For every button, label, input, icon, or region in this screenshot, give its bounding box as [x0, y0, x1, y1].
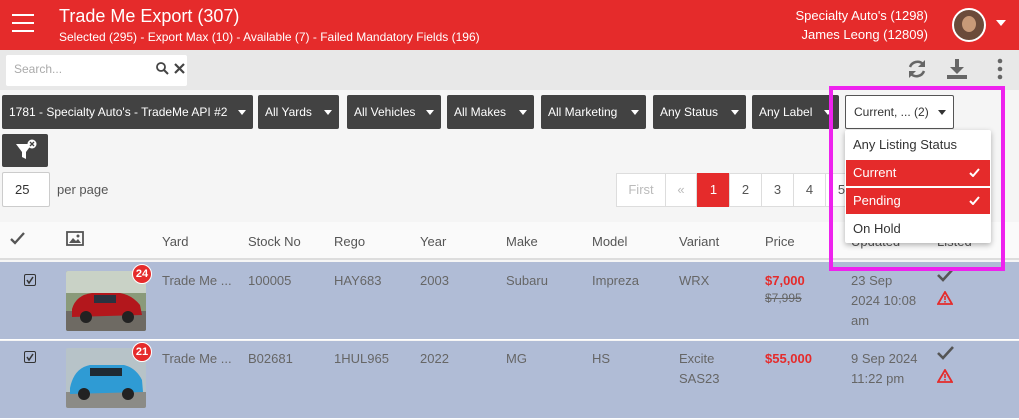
search-input[interactable] [14, 62, 144, 76]
cell-variant: Excite [679, 351, 715, 366]
filter-status[interactable]: Any Status [653, 95, 746, 129]
table-row[interactable]: 21 Trade Me ... B02681 1HUL965 2022 MG H… [0, 341, 1019, 419]
cell-updated-date: 9 Sep 2024 [851, 351, 918, 366]
filter-yards[interactable]: All Yards [258, 95, 339, 129]
row-checkbox[interactable] [24, 274, 36, 286]
warning-icon[interactable] [936, 290, 954, 305]
close-icon[interactable] [174, 61, 185, 77]
col-model[interactable]: Model [592, 234, 627, 249]
clear-filters-button[interactable] [2, 134, 48, 167]
cell-model: HS [592, 351, 611, 366]
col-year[interactable]: Year [420, 234, 446, 249]
chevron-down-icon[interactable] [996, 20, 1006, 26]
cell-make: Subaru [506, 273, 548, 288]
photo-count-badge: 24 [132, 264, 152, 284]
dealer-name: Specialty Auto's (1298) [795, 8, 928, 23]
pager-page-1[interactable]: 1 [697, 173, 730, 207]
col-stock-no[interactable]: Stock No [248, 234, 301, 249]
select-all-icon[interactable] [10, 232, 25, 248]
col-rego[interactable]: Rego [334, 234, 365, 249]
col-yard[interactable]: Yard [162, 234, 189, 249]
image-icon [66, 231, 84, 249]
per-page-input[interactable]: 25 [2, 172, 50, 207]
cell-updated-ampm: am [851, 313, 870, 328]
per-page-label: per page [57, 182, 109, 197]
download-icon[interactable] [946, 58, 968, 86]
avatar[interactable] [952, 8, 986, 42]
filter-label[interactable]: Any Label [752, 95, 839, 129]
pager-page-3[interactable]: 3 [761, 173, 794, 207]
filter-account[interactable]: 1781 - Specialty Auto's - TradeMe API #2 [2, 95, 253, 129]
export-summary: Selected (295) - Export Max (10) - Avail… [59, 30, 480, 44]
filter-vehicles[interactable]: All Vehicles [347, 95, 441, 129]
refresh-icon[interactable] [906, 58, 928, 86]
more-vert-icon[interactable] [997, 58, 1003, 86]
cell-variant-line2: SAS23 [679, 371, 720, 386]
pager-page-4[interactable]: 4 [793, 173, 826, 207]
cell-yard: Trade Me ... [162, 273, 232, 288]
warning-icon[interactable] [936, 368, 954, 383]
cell-year: 2003 [420, 273, 449, 288]
col-make[interactable]: Make [506, 234, 538, 249]
cell-year: 2022 [420, 351, 449, 366]
search-box [6, 55, 187, 86]
cell-stock-no: B02681 [248, 351, 293, 366]
pager-page-2[interactable]: 2 [729, 173, 762, 207]
filter-clear-icon [16, 139, 37, 159]
listed-check-icon [937, 346, 954, 365]
page-title: Trade Me Export (307) [59, 6, 240, 26]
pager-prev[interactable]: « [665, 173, 697, 207]
col-variant[interactable]: Variant [679, 234, 719, 249]
photo-count-badge: 21 [132, 342, 152, 362]
highlight-box [829, 86, 1005, 271]
cell-model: Impreza [592, 273, 639, 288]
cell-variant: WRX [679, 273, 710, 288]
row-checkbox[interactable] [24, 351, 36, 363]
cell-make: MG [506, 351, 527, 366]
cell-yard: Trade Me ... [162, 351, 232, 366]
user-name: James Leong (12809) [801, 27, 928, 42]
cell-rego: 1HUL965 [334, 351, 389, 366]
filter-marketing[interactable]: All Marketing [541, 95, 646, 129]
pager-first[interactable]: First [616, 173, 666, 207]
cell-updated-date: 23 Sep [851, 273, 893, 288]
cell-price: $55,000 [765, 351, 812, 366]
menu-icon[interactable] [12, 14, 34, 32]
search-icon[interactable] [156, 62, 169, 78]
app-header: Trade Me Export (307) Selected (295) - E… [0, 0, 1019, 50]
col-price[interactable]: Price [765, 234, 795, 249]
cell-updated-year: 2024 10:08 [851, 293, 917, 308]
cell-rego: HAY683 [334, 273, 382, 288]
cell-updated-time: 11:22 pm [851, 371, 905, 386]
toolbar [0, 50, 1019, 90]
filter-makes[interactable]: All Makes [447, 95, 534, 129]
cell-stock-no: 100005 [248, 273, 292, 288]
cell-old-price: $7,995 [765, 291, 802, 305]
table-row[interactable]: 24 Trade Me ... 100005 HAY683 2003 Subar… [0, 262, 1019, 340]
cell-price: $7,000 [765, 273, 805, 288]
